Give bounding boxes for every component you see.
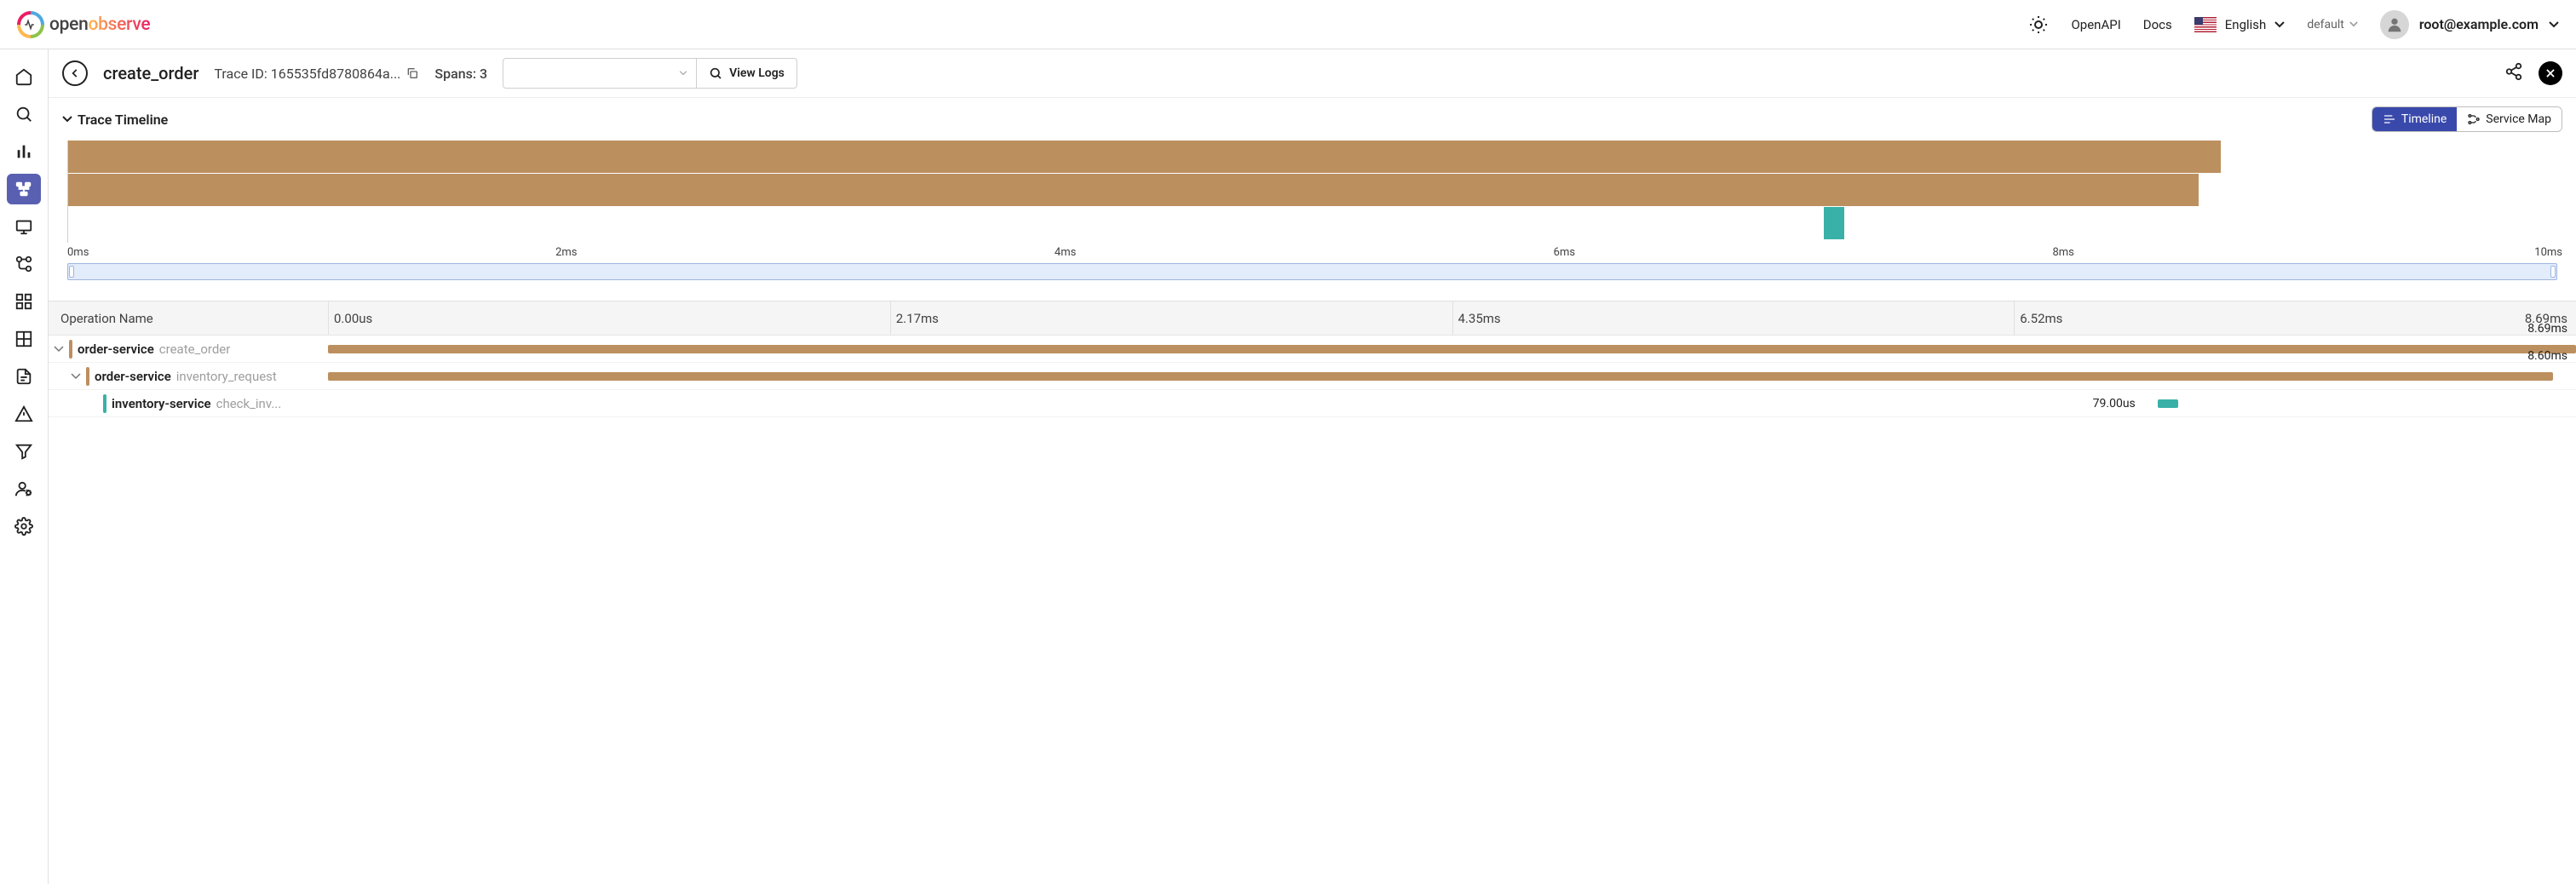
chevron-down-icon <box>2549 21 2559 28</box>
timeline-tick: 0.00us <box>328 301 372 335</box>
span-color-indicator <box>69 340 72 359</box>
operation-header: Operation Name <box>49 311 328 326</box>
brush-handle-left[interactable] <box>69 266 74 278</box>
view-logs-button[interactable]: View Logs <box>697 58 797 89</box>
user-email: root@example.com <box>2419 16 2539 32</box>
sidebar-search[interactable] <box>7 99 41 129</box>
span-service: order-service <box>78 342 154 357</box>
sidebar-iam[interactable] <box>7 474 41 504</box>
org-label: default <box>2307 18 2344 32</box>
close-button[interactable] <box>2539 61 2562 85</box>
sidebar-settings[interactable] <box>7 511 41 542</box>
span-operation: create_order <box>159 342 231 357</box>
user-menu[interactable]: root@example.com <box>2380 10 2559 39</box>
span-table-header: Operation Name 0.00us 2.17ms 4.35ms 6.52… <box>49 301 2576 336</box>
axis-tick: 2ms <box>555 246 577 259</box>
brand-observe: observe <box>88 14 150 35</box>
span-row[interactable]: order-servicecreate_order8.69ms <box>49 336 2576 363</box>
brand-logo[interactable]: openobserve <box>17 11 150 38</box>
theme-toggle-icon[interactable] <box>2028 14 2049 35</box>
sidebar <box>0 49 49 884</box>
org-selector[interactable]: default <box>2307 18 2358 32</box>
sidebar-traces[interactable] <box>7 174 41 204</box>
span-table: Operation Name 0.00us 2.17ms 4.35ms 6.52… <box>49 301 2576 417</box>
span-color-indicator <box>103 394 106 413</box>
span-operation: inventory_request <box>176 369 277 384</box>
chevron-down-icon <box>2349 21 2358 27</box>
axis-tick: 10ms <box>2534 246 2562 259</box>
span-filter-select[interactable] <box>503 58 697 89</box>
language-label: English <box>2225 17 2267 32</box>
timeline-tick: 4.35ms <box>1452 301 1501 335</box>
overview-axis: 0ms 2ms 4ms 6ms 8ms 10ms <box>67 246 2562 261</box>
span-service: order-service <box>95 369 171 384</box>
overview-span-bar[interactable] <box>68 174 2199 206</box>
view-toggle: Timeline Service Map <box>2372 106 2562 132</box>
logo-icon <box>17 11 44 38</box>
openapi-link[interactable]: OpenAPI <box>2071 17 2120 32</box>
sidebar-dashboards[interactable] <box>7 286 41 317</box>
timeline-view-button[interactable]: Timeline <box>2372 107 2457 131</box>
span-row[interactable]: order-serviceinventory_request8.60ms <box>49 363 2576 390</box>
main-content: create_order Trace ID: 165535fd8780864a.… <box>49 49 2576 884</box>
sidebar-alerts[interactable] <box>7 399 41 429</box>
span-service: inventory-service <box>112 396 211 411</box>
span-duration-bar[interactable] <box>2158 399 2178 408</box>
timeline-tick: 2.17ms <box>890 301 939 335</box>
flag-icon <box>2194 17 2217 32</box>
sidebar-metrics[interactable] <box>7 136 41 167</box>
sidebar-pipelines[interactable] <box>7 249 41 279</box>
chevron-down-icon[interactable] <box>54 344 64 354</box>
timeline-tick: 6.52ms <box>2014 301 2062 335</box>
avatar <box>2380 10 2409 39</box>
span-duration-label: 8.60ms <box>2527 349 2567 363</box>
back-button[interactable] <box>62 60 88 86</box>
brush-handle-right[interactable] <box>2550 266 2556 278</box>
chevron-down-icon <box>679 71 687 76</box>
chevron-down-icon <box>2274 21 2285 28</box>
span-color-indicator <box>86 367 89 386</box>
trace-id: Trace ID: 165535fd8780864a... <box>214 66 419 82</box>
chevron-down-icon[interactable] <box>71 371 81 382</box>
sidebar-reports[interactable] <box>7 361 41 392</box>
app-header: openobserve OpenAPI Docs English default… <box>0 0 2576 49</box>
language-selector[interactable]: English <box>2194 17 2286 32</box>
axis-tick: 8ms <box>2052 246 2073 259</box>
servicemap-view-button[interactable]: Service Map <box>2457 107 2562 131</box>
chevron-down-icon <box>62 116 72 123</box>
timeline-toggle[interactable]: Trace Timeline <box>62 112 168 128</box>
axis-tick: 4ms <box>1055 246 1076 259</box>
span-operation: check_inv... <box>216 396 282 411</box>
trace-toolbar: create_order Trace ID: 165535fd8780864a.… <box>49 49 2576 98</box>
share-button[interactable] <box>2504 62 2523 84</box>
search-icon <box>709 66 722 80</box>
axis-tick: 0ms <box>67 246 89 259</box>
span-duration-bar[interactable] <box>328 372 2553 381</box>
brand-open: open <box>49 14 88 35</box>
time-brush[interactable] <box>67 263 2557 280</box>
overview-chart: 0ms 2ms 4ms 6ms 8ms 10ms <box>49 141 2576 280</box>
span-duration-label: 8.69ms <box>2527 322 2567 336</box>
sidebar-tables[interactable] <box>7 324 41 354</box>
axis-tick: 6ms <box>1554 246 1575 259</box>
span-duration-bar[interactable] <box>328 345 2576 353</box>
span-duration-label: 79.00us <box>2093 397 2136 410</box>
spans-count: Spans: 3 <box>434 66 487 82</box>
docs-link[interactable]: Docs <box>2143 17 2172 32</box>
servicemap-icon <box>2467 112 2481 126</box>
operation-name: create_order <box>103 63 198 83</box>
sidebar-funnels[interactable] <box>7 436 41 467</box>
overview-span-bar[interactable] <box>68 141 2221 173</box>
timeline-section-header: Trace Timeline Timeline Service Map <box>49 98 2576 141</box>
span-row[interactable]: inventory-service check_inv... 79.00us <box>49 390 2576 417</box>
sidebar-rum[interactable] <box>7 211 41 242</box>
copy-icon[interactable] <box>405 66 419 80</box>
sidebar-home[interactable] <box>7 61 41 92</box>
timeline-icon <box>2383 112 2396 126</box>
overview-span-bar[interactable] <box>1824 207 1843 239</box>
